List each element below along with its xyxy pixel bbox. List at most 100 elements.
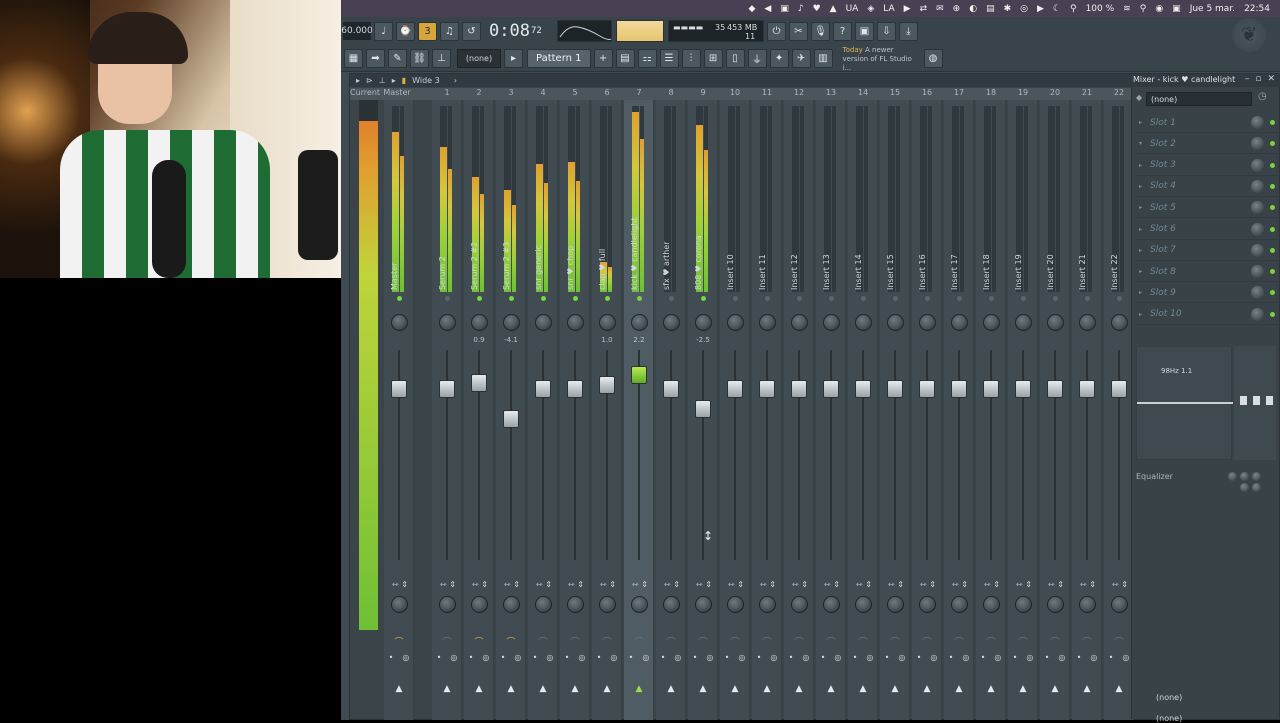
slot-enable-led[interactable] <box>1270 162 1275 168</box>
strip-enable-led[interactable] <box>669 296 674 301</box>
menubar-item[interactable]: ▤ <box>986 4 995 14</box>
mixer-strip[interactable]: Insert 15 ⇿ ⇕ ⌒ • ◎ ▲ <box>880 100 910 720</box>
mixer-strip[interactable]: Serum 2 #2 0.9 ⇿ ⇕ ⌒ • ◎ ▲ <box>464 100 494 720</box>
pan-knob[interactable] <box>471 314 488 331</box>
strip-enable-led[interactable] <box>1021 296 1026 301</box>
stamp-icon[interactable]: ⊥ <box>432 48 451 68</box>
route-arrow-icon[interactable]: ▲ <box>728 684 742 694</box>
brush-icon[interactable]: ✦ <box>769 48 789 68</box>
strip-enable-led[interactable] <box>637 296 642 301</box>
strip-enable-led[interactable] <box>1117 296 1122 301</box>
route-dots[interactable]: • ◎ <box>784 653 814 662</box>
pan-knob[interactable] <box>791 314 808 331</box>
loop-record-icon[interactable]: ↺ <box>462 21 481 41</box>
route-ring-icon[interactable]: ◎ <box>898 653 905 662</box>
touch-icon[interactable]: ✈ <box>791 48 811 68</box>
effect-slot[interactable]: ▸ Slot 9 <box>1136 283 1278 304</box>
strip-name[interactable]: Serum 2 #2 <box>470 202 484 290</box>
pan-knob[interactable] <box>391 314 408 331</box>
volume-fader[interactable] <box>439 380 455 398</box>
volume-fader[interactable] <box>1079 380 1095 398</box>
strip-name[interactable]: 808 ♥ corona <box>694 202 708 290</box>
mixer-strip[interactable]: Insert 13 ⇿ ⇕ ⌒ • ◎ ▲ <box>816 100 846 720</box>
help-icon[interactable]: ? <box>833 21 852 41</box>
route-arrow-icon[interactable]: ▲ <box>504 684 518 694</box>
menubar-item[interactable]: ⚲ <box>1070 4 1077 14</box>
eq-band-mid[interactable] <box>1253 396 1260 405</box>
menu-arrow-icon[interactable]: ▸ <box>356 76 360 85</box>
volume-fader[interactable] <box>471 374 487 392</box>
menubar-item[interactable]: ▶ <box>1037 4 1044 14</box>
stereo-separation-knob[interactable] <box>1111 596 1128 613</box>
route-arrow-icon[interactable]: ▲ <box>824 684 838 694</box>
menubar-item[interactable]: ✱ <box>1004 4 1012 14</box>
menubar-item[interactable]: ▣ <box>1172 4 1181 14</box>
route-dots[interactable]: • ◎ <box>944 653 974 662</box>
route-ring-icon[interactable]: ◎ <box>994 653 1001 662</box>
stereo-icon[interactable]: ⌒ <box>728 635 742 648</box>
route-ring-icon[interactable]: ◎ <box>866 653 873 662</box>
stereo-separation-knob[interactable] <box>567 596 584 613</box>
phase-swap-icons[interactable]: ⇿ ⇕ <box>596 580 620 589</box>
dot-icon[interactable]: • <box>469 653 474 662</box>
browser-icon[interactable]: ⊞ <box>703 48 723 68</box>
metronome-icon[interactable]: ♩ <box>374 21 393 41</box>
strip-name[interactable]: Insert 15 <box>886 202 900 290</box>
pattern-selector[interactable]: Pattern 1 <box>527 48 591 68</box>
menubar-item[interactable]: ◉ <box>1155 4 1163 14</box>
strip-name[interactable]: Serum 2 <box>438 202 452 290</box>
globe-icon[interactable]: ◍ <box>923 48 943 68</box>
stereo-icon[interactable]: ⌒ <box>600 635 614 648</box>
stereo-separation-knob[interactable] <box>663 596 680 613</box>
menubar-item[interactable]: ≋ <box>1123 4 1131 14</box>
route-dots[interactable]: • ◎ <box>432 653 462 662</box>
stereo-icon[interactable]: ⌒ <box>792 635 806 648</box>
pan-knob[interactable] <box>631 314 648 331</box>
mixer-strip[interactable]: Insert 10 ⇿ ⇕ ⌒ • ◎ ▲ <box>720 100 750 720</box>
mixer-view-icon[interactable]: ▸ <box>392 76 396 85</box>
strip-enable-led[interactable] <box>397 296 402 301</box>
mixer-strip[interactable]: Insert 17 ⇿ ⇕ ⌒ • ◎ ▲ <box>944 100 974 720</box>
cart-icon[interactable]: ▥ <box>813 48 833 68</box>
volume-fader[interactable] <box>983 380 999 398</box>
dot-icon[interactable]: • <box>949 653 954 662</box>
strip-name[interactable]: snr ♥ chop <box>566 202 580 290</box>
channel-rack-icon[interactable]: ⚏ <box>637 48 657 68</box>
route-dots[interactable]: • ◎ <box>560 653 590 662</box>
export-icon[interactable]: ⇩ <box>877 21 896 41</box>
minimize-icon[interactable]: – <box>1245 74 1250 84</box>
strip-name[interactable]: Insert 14 <box>854 202 868 290</box>
route-ring-icon[interactable]: ◎ <box>546 653 553 662</box>
menubar-item[interactable]: ◀ <box>764 4 771 14</box>
eq-knob-3[interactable] <box>1252 472 1261 481</box>
pan-knob[interactable] <box>1015 314 1032 331</box>
route-dots[interactable]: • ◎ <box>592 653 622 662</box>
volume-fader[interactable] <box>759 380 775 398</box>
eq-knob-4[interactable] <box>1240 483 1249 492</box>
layout-icon[interactable]: ▮ <box>402 76 406 85</box>
volume-fader[interactable] <box>695 400 711 418</box>
snap-select[interactable]: (none) <box>457 48 501 68</box>
mixer-strip[interactable]: Insert 11 ⇿ ⇕ ⌒ • ◎ ▲ <box>752 100 782 720</box>
phase-swap-icons[interactable]: ⇿ ⇕ <box>980 580 1004 589</box>
menubar-item[interactable]: ▲ <box>830 4 837 14</box>
phase-swap-icons[interactable]: ⇿ ⇕ <box>788 580 812 589</box>
slot-enable-led[interactable] <box>1270 311 1275 317</box>
route-ring-icon[interactable]: ◎ <box>706 653 713 662</box>
route-arrow-icon[interactable]: ▲ <box>696 684 710 694</box>
phase-swap-icons[interactable]: ⇿ ⇕ <box>724 580 748 589</box>
strip-name[interactable]: Insert 12 <box>790 202 804 290</box>
strip-name[interactable]: Insert 21 <box>1078 202 1092 290</box>
route-ring-icon[interactable]: ◎ <box>610 653 617 662</box>
blend-notes-icon[interactable]: ♫ <box>440 21 459 41</box>
slot-mix-knob[interactable] <box>1251 265 1264 279</box>
slot-enable-led[interactable] <box>1270 247 1275 253</box>
pan-knob[interactable] <box>503 314 520 331</box>
strip-enable-led[interactable] <box>797 296 802 301</box>
news-hint[interactable]: Today A newer version of FL Studio i... <box>843 46 921 72</box>
route-arrow-icon[interactable]: ▲ <box>984 684 998 694</box>
pin-icon[interactable]: ⊥ <box>379 76 386 85</box>
route-ring-icon[interactable]: ◎ <box>1090 653 1097 662</box>
maximize-icon[interactable]: ▫ <box>1255 74 1261 84</box>
stereo-separation-knob[interactable] <box>887 596 904 613</box>
